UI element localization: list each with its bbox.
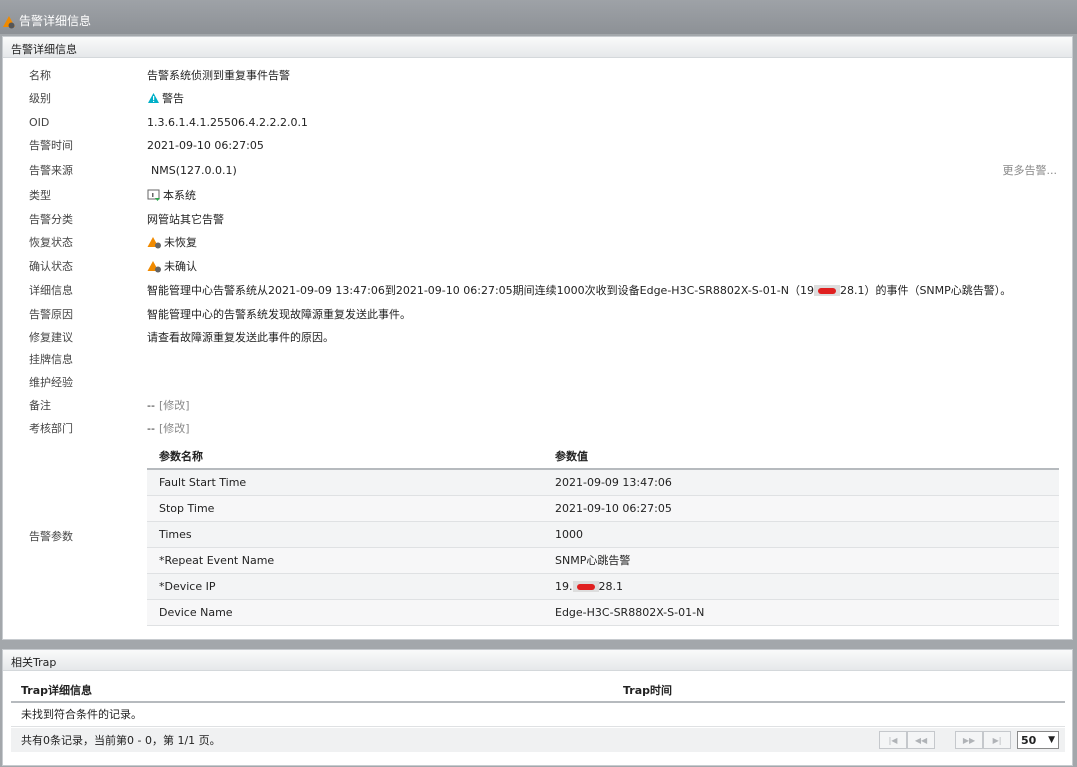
page-size-select[interactable]: 50 ▼ [1017, 731, 1059, 749]
more-alarms-link[interactable]: 更多告警... [1003, 162, 1058, 178]
field-details: 详细信息 智能管理中心告警系统从2021-09-09 13:47:06到2021… [29, 284, 1012, 297]
alarm-icon [3, 15, 15, 28]
field-remark: 备注 -- [修改] [29, 397, 190, 413]
alarm-params-table: 参数名称 参数值 Fault Start Time 2021-09-09 13:… [147, 443, 1059, 626]
field-tag-info: 挂牌信息 [29, 353, 73, 366]
redacted-ip-mark [572, 581, 599, 592]
table-row: *Device IP 19. 28.1 [147, 573, 1059, 600]
field-category: 告警分类 网管站其它告警 [29, 213, 224, 226]
field-assessment-dept: 考核部门 -- [修改] [29, 420, 190, 436]
field-maintenance-experience: 维护经验 [29, 376, 73, 389]
system-monitor-icon [147, 189, 160, 201]
field-ack-status: 确认状态 未确认 [29, 260, 197, 273]
field-alarm-time: 告警时间 2021-09-10 06:27:05 [29, 138, 264, 153]
trap-time-header[interactable]: Trap时间 [613, 678, 1065, 703]
alert-status-icon [147, 236, 161, 248]
trap-detail-header[interactable]: Trap详细信息 [11, 678, 613, 703]
field-recovery-status: 恢复状态 未恢复 [29, 236, 197, 249]
chevron-down-icon: ▼ [1048, 735, 1055, 745]
field-repair-suggestion: 修复建议 请查看故障源重复发送此事件的原因。 [29, 331, 334, 344]
table-row: Times 1000 [147, 521, 1059, 548]
field-severity: 级别 警告 [29, 92, 184, 105]
window-title-bar: 告警详细信息 [0, 0, 1077, 34]
edit-dept-link[interactable]: [修改] [159, 420, 190, 436]
window-title: 告警详细信息 [19, 14, 92, 28]
pagination-bar: 共有0条记录，当前第0 - 0，第 1/1 页。 |◀ ◀◀ ▶▶ ▶| 50 … [11, 728, 1065, 752]
alarm-params-label: 告警参数 [29, 530, 73, 543]
next-page-icon[interactable]: ▶▶ [955, 731, 983, 749]
trap-table: Trap详细信息 Trap时间 未找到符合条件的记录。 [11, 678, 1065, 727]
prev-page-icon[interactable]: ◀◀ [907, 731, 935, 749]
field-name: 名称 告警系统侦测到重复事件告警 [29, 69, 290, 82]
field-type: 类型 本系统 [29, 189, 196, 202]
empty-message: 未找到符合条件的记录。 [11, 702, 1065, 727]
first-page-icon[interactable]: |◀ [879, 731, 907, 749]
table-row: *Repeat Event Name SNMP心跳告警 [147, 547, 1059, 574]
table-row: Fault Start Time 2021-09-09 13:47:06 [147, 469, 1059, 496]
table-row: 未找到符合条件的记录。 [11, 702, 1065, 727]
pager: |◀ ◀◀ ▶▶ ▶| 50 ▼ [879, 731, 1059, 749]
alert-status-icon [147, 260, 161, 272]
redacted-ip-mark [813, 284, 840, 296]
warning-triangle-icon [148, 93, 159, 103]
field-oid: OID 1.3.6.1.4.1.25506.4.2.2.2.0.1 [29, 115, 308, 129]
field-alarm-source: 告警来源 NMS(127.0.0.1) 更多告警... [29, 162, 1058, 178]
trap-panel-header: 相关Trap [3, 650, 1072, 671]
detail-panel-header: 告警详细信息 [3, 37, 1072, 58]
alarm-detail-panel: 告警详细信息 名称 告警系统侦测到重复事件告警 级别 警告 OID 1.3.6.… [2, 36, 1073, 640]
related-trap-panel: 相关Trap Trap详细信息 Trap时间 未找到符合条件的记录。 共有0条记… [2, 649, 1073, 766]
last-page-icon[interactable]: ▶| [983, 731, 1011, 749]
table-row: Stop Time 2021-09-10 06:27:05 [147, 495, 1059, 522]
table-row: Device Name Edge-H3C-SR8802X-S-01-N [147, 599, 1059, 626]
edit-remark-link[interactable]: [修改] [159, 397, 190, 413]
param-name-header: 参数名称 [147, 443, 543, 470]
param-value-header: 参数值 [543, 443, 1059, 470]
record-summary: 共有0条记录，当前第0 - 0，第 1/1 页。 [21, 734, 221, 747]
field-cause: 告警原因 智能管理中心的告警系统发现故障源重复发送此事件。 [29, 308, 411, 321]
